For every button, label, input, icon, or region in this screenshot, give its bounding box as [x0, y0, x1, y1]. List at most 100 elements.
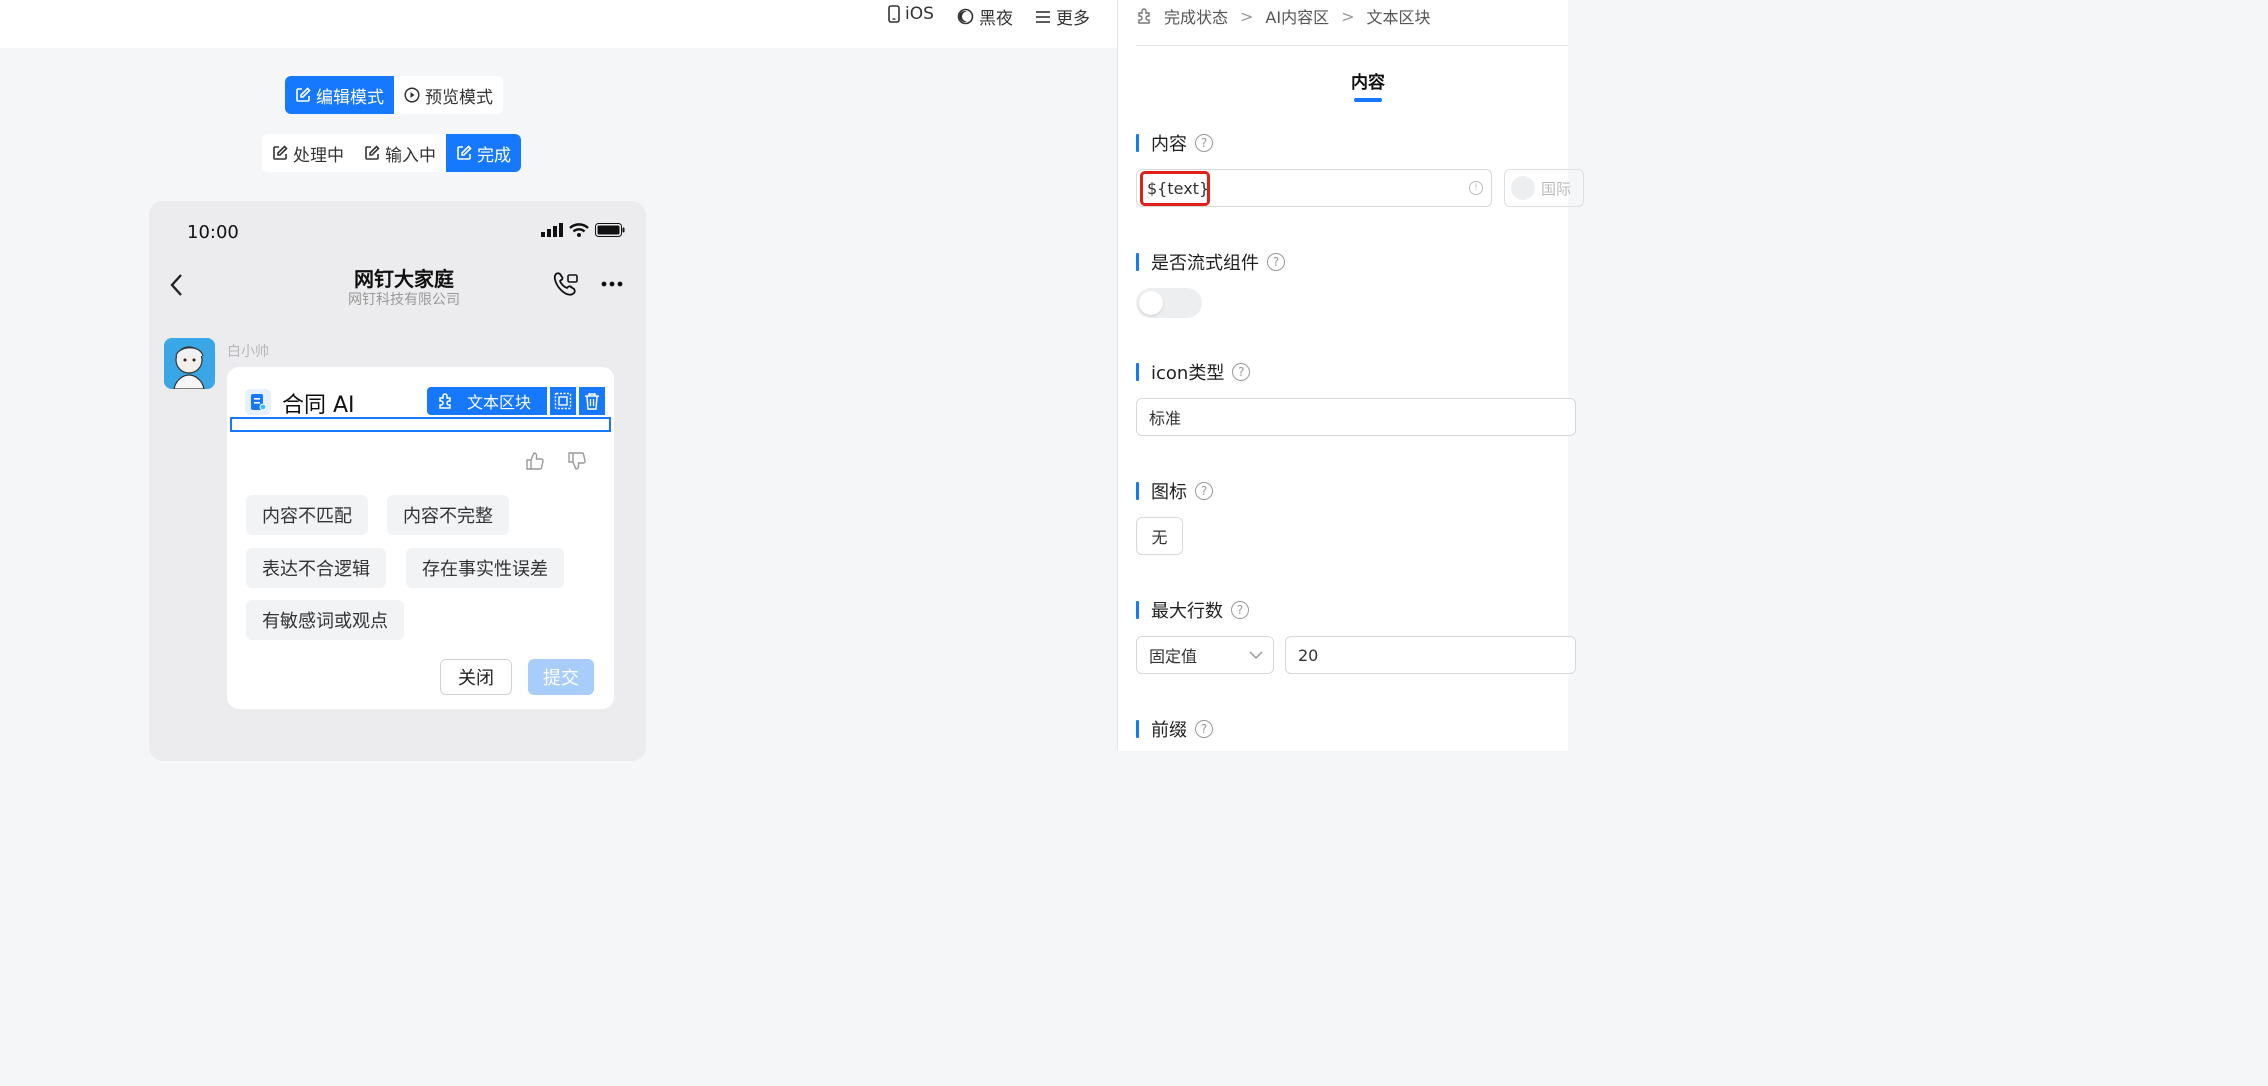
section-bar	[1136, 363, 1139, 381]
section-content: 内容 ?	[1136, 130, 1213, 156]
section-stream-label: 是否流式组件	[1151, 253, 1259, 274]
moon-icon	[957, 8, 974, 25]
icon-picker-button[interactable]: 无	[1136, 517, 1183, 555]
max-lines-input[interactable]: 20	[1285, 636, 1576, 674]
selected-text-block[interactable]	[230, 417, 611, 432]
intl-toggle[interactable]: 国际	[1504, 169, 1584, 207]
edit-icon	[365, 145, 380, 160]
document-ai-icon	[251, 394, 266, 411]
icon-value: 无	[1151, 528, 1168, 547]
max-lines-value: 20	[1298, 645, 1319, 665]
stream-toggle[interactable]	[1136, 288, 1202, 318]
section-max-lines: 最大行数 ?	[1136, 597, 1249, 623]
preview-mode-button[interactable]: 预览模式	[394, 76, 503, 114]
ios-label: iOS	[905, 4, 934, 24]
help-icon[interactable]: ?	[1232, 363, 1251, 381]
call-icon[interactable]	[552, 271, 580, 297]
avatar	[164, 338, 215, 389]
battery-icon	[595, 223, 625, 237]
wifi-icon	[569, 223, 589, 237]
tab-content[interactable]: 内容	[1351, 68, 1385, 102]
more-label: 更多	[1056, 9, 1090, 29]
thumbs-down-icon[interactable]	[567, 451, 587, 471]
copy-block-button[interactable]	[550, 387, 577, 415]
ios-toggle[interactable]: iOS	[888, 4, 934, 24]
menu-icon	[1036, 10, 1050, 23]
more-dots-icon[interactable]	[601, 281, 623, 287]
dark-label: 黑夜	[979, 9, 1013, 29]
chevron-right-icon: >	[1240, 6, 1254, 26]
toggle-knob	[1511, 176, 1535, 200]
submit-button[interactable]: 提交	[528, 659, 594, 695]
status-icons	[541, 223, 625, 237]
chat-title: 网钉大家庭	[354, 267, 454, 291]
help-icon[interactable]: ?	[1195, 134, 1213, 152]
more-menu[interactable]: 更多	[1035, 4, 1090, 29]
feedback-tag[interactable]: 内容不匹配	[246, 495, 368, 535]
section-content-label: 内容	[1151, 134, 1187, 155]
edit-icon	[296, 87, 311, 102]
chevron-down-icon	[1249, 651, 1263, 660]
section-bar	[1136, 482, 1139, 500]
section-bar	[1136, 601, 1139, 619]
feedback-tag[interactable]: 有敏感词或观点	[246, 600, 404, 640]
copy-icon	[554, 392, 572, 410]
section-icon-type-label: icon类型	[1151, 363, 1225, 384]
status-done-button[interactable]: 完成	[446, 134, 521, 172]
status-done-label: 完成	[477, 145, 511, 166]
breadcrumb: 完成状态 > AI内容区 > 文本区块	[1136, 4, 1431, 28]
help-icon[interactable]: ?	[1267, 253, 1285, 271]
delete-block-button[interactable]	[579, 387, 606, 415]
signal-icon	[541, 223, 563, 237]
active-tab-indicator	[1354, 98, 1382, 102]
section-stream: 是否流式组件 ?	[1136, 249, 1285, 275]
section-bar	[1136, 720, 1139, 738]
max-lines-mode-select[interactable]: 固定值	[1136, 636, 1274, 674]
breadcrumb-item[interactable]: 文本区块	[1367, 4, 1431, 28]
dark-mode-toggle[interactable]: 黑夜	[957, 4, 1013, 29]
phone-preview: 10:00 网钉大家庭 网钉科技有限公司 白小帅 合同 AI 文本区块 内容不匹…	[149, 201, 646, 761]
help-icon[interactable]: ?	[1195, 720, 1213, 738]
mode-switch: 编辑模式 预览模式	[285, 76, 503, 114]
icon-type-value: 标准	[1149, 409, 1182, 428]
phone-icon	[888, 5, 900, 23]
feedback-tag[interactable]: 表达不合逻辑	[246, 548, 386, 588]
status-processing-button[interactable]: 处理中	[262, 134, 354, 172]
section-icon: 图标 ?	[1136, 478, 1213, 504]
chevron-right-icon: >	[1341, 6, 1355, 26]
edit-mode-label: 编辑模式	[316, 87, 384, 108]
section-prefix-label: 前缀	[1151, 720, 1187, 741]
ai-message-card: 合同 AI 文本区块 内容不匹配 内容不完整 表达不合逻辑 存在事实性误差 有敏…	[227, 367, 614, 709]
info-icon: !	[1469, 181, 1483, 195]
feedback-tag[interactable]: 存在事实性误差	[406, 548, 564, 588]
play-circle-icon	[404, 87, 420, 103]
close-button[interactable]: 关闭	[440, 659, 512, 695]
top-toolbar: iOS 黑夜 更多	[0, 0, 1117, 48]
card-app-icon	[245, 389, 271, 415]
block-type-tag[interactable]: 文本区块	[427, 387, 548, 415]
status-inputting-label: 输入中	[385, 145, 436, 166]
edit-icon	[457, 145, 472, 160]
help-icon[interactable]: ?	[1195, 482, 1213, 500]
chat-subtitle: 网钉科技有限公司	[348, 292, 460, 308]
icon-type-select[interactable]: 标准	[1136, 398, 1576, 436]
breadcrumb-item[interactable]: AI内容区	[1265, 4, 1329, 28]
highlight-box	[1140, 171, 1210, 206]
preview-mode-label: 预览模式	[425, 87, 493, 108]
max-lines-mode-value: 固定值	[1149, 647, 1198, 666]
feedback-tag[interactable]: 内容不完整	[387, 495, 509, 535]
section-icon-label: 图标	[1151, 482, 1187, 503]
help-icon[interactable]: ?	[1231, 601, 1249, 619]
breadcrumb-divider	[1136, 45, 1569, 46]
sender-name: 白小帅	[227, 344, 269, 360]
status-inputting-button[interactable]: 输入中	[354, 134, 446, 172]
puzzle-icon	[439, 393, 451, 409]
status-processing-label: 处理中	[293, 145, 344, 166]
breadcrumb-item[interactable]: 完成状态	[1164, 4, 1228, 28]
status-switch: 处理中 输入中 完成	[262, 134, 521, 172]
section-icon-type: icon类型 ?	[1136, 359, 1251, 385]
thumbs-up-icon[interactable]	[525, 451, 545, 471]
card-title: 合同 AI	[282, 393, 355, 418]
edit-mode-button[interactable]: 编辑模式	[285, 76, 394, 114]
selected-block-toolbar: 文本区块	[427, 387, 606, 415]
